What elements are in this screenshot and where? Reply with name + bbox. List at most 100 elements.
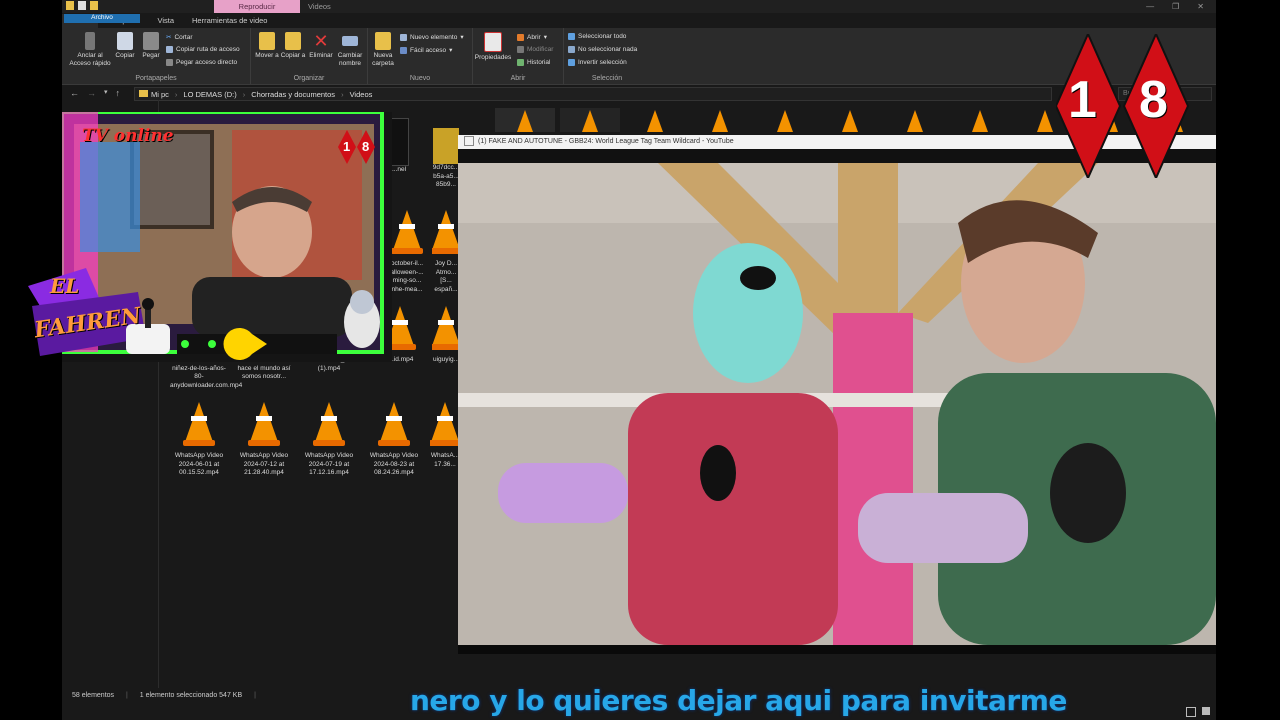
edit-button[interactable]: Modificar (517, 46, 553, 53)
group-portapapeles: Anclar al Acceso rápido Copiar Pegar ✂ Co… (62, 28, 251, 84)
ribbon: Anclar al Acceso rápido Copiar Pegar ✂ Co… (62, 28, 1216, 85)
video-thumbnail[interactable] (885, 108, 945, 132)
vlc-cone-icon (313, 402, 345, 446)
address-bar: ← → ▾ ↑ Mi pc › LO DEMAS (D:) › Chorradas … (62, 86, 1216, 101)
rename-icon (342, 36, 358, 46)
logo-text-el: EL (50, 274, 80, 298)
pin-button[interactable]: Anclar al Acceso rápido (68, 32, 112, 68)
copy-button[interactable]: Copiar (112, 32, 138, 60)
select-none-button[interactable]: No seleccionar nada (568, 46, 637, 53)
vlc-cone-icon (183, 402, 215, 446)
breadcrumb-item[interactable]: Chorradas y documentos (251, 90, 335, 99)
details-view-icon[interactable] (1186, 707, 1196, 717)
copy-icon (117, 32, 133, 50)
tab-herramientas-video[interactable]: Herramientas de video (183, 14, 276, 28)
delete-icon: ✕ (313, 31, 329, 51)
select-all-button[interactable]: Seleccionar todo (568, 33, 626, 40)
chevron-down-icon: ▾ (449, 47, 453, 54)
group-organizar: Mover a Copiar a ✕ Eliminar Cambiar nomb… (251, 28, 368, 84)
video-thumbnail (389, 118, 409, 166)
delete-button[interactable]: ✕ Eliminar (307, 32, 335, 60)
large-icons-view-icon[interactable] (1202, 707, 1210, 715)
group-label: Portapapeles (135, 75, 177, 82)
move-to-button[interactable]: Mover a (253, 32, 281, 60)
age-badge-small: 1 8 (338, 130, 376, 167)
breadcrumb-item[interactable]: Mi pc (151, 90, 169, 99)
minimize-icon[interactable]: — (1146, 0, 1154, 13)
file-item[interactable]: Joy D... Atmo... [S... españ... (432, 210, 460, 294)
breadcrumb[interactable]: Mi pc › LO DEMAS (D:) › Chorradas y docume… (134, 87, 1052, 101)
maximize-icon[interactable]: ❐ (1172, 0, 1179, 13)
video-thumbnail[interactable] (690, 108, 750, 132)
video-thumbnail[interactable] (755, 108, 815, 132)
vlc-cone-icon (248, 402, 280, 446)
item-count: 58 elementos (72, 692, 115, 699)
file-item[interactable]: WhatsApp Video 2024-08-23 at 08.24.26.mp… (365, 402, 423, 478)
chevron-down-icon: ▾ (543, 34, 547, 41)
cut-button[interactable]: ✂ Cortar (166, 33, 193, 42)
easy-access-button[interactable]: Fácil acceso ▾ (400, 46, 452, 54)
tab-vista[interactable]: Vista (148, 14, 183, 28)
group-label: Nuevo (409, 75, 431, 82)
up-arrow-icon[interactable]: ↑ (116, 86, 121, 100)
rename-button[interactable]: Cambiar nombre (335, 32, 365, 68)
recent-chevron-icon[interactable]: ▾ (104, 86, 108, 100)
file-item[interactable]: uiguyig... (432, 306, 460, 365)
select-all-icon (568, 33, 575, 40)
video-thumbnail[interactable] (950, 108, 1010, 132)
open-button[interactable]: Abrir ▾ (517, 33, 547, 41)
properties-icon[interactable] (78, 1, 86, 10)
video-thumbnail[interactable] (495, 108, 555, 132)
properties-button[interactable]: Propiedades (473, 32, 513, 62)
vlc-cone-icon (430, 402, 460, 446)
easy-access-icon (400, 46, 407, 54)
open-icon (517, 33, 524, 41)
video-title: (1) FAKE AND AUTOTUNE - GBB24: World Lea… (478, 138, 734, 145)
window-icon (464, 136, 474, 147)
video-thumbnail[interactable] (625, 108, 685, 132)
back-arrow-icon[interactable]: ← (70, 86, 79, 100)
group-nuevo: Nueva carpeta Nuevo elemento ▾ Fácil acce… (368, 28, 473, 84)
forward-arrow-icon[interactable]: → (87, 86, 96, 100)
paste-shortcut-button[interactable]: Pegar acceso directo (166, 59, 237, 66)
scissors-icon: ✂ (166, 34, 172, 41)
video-thumbnail (433, 128, 459, 164)
history-button[interactable]: Historial (517, 59, 550, 66)
edit-icon (517, 46, 524, 53)
new-item-button[interactable]: Nuevo elemento ▾ (400, 33, 464, 41)
video-frame[interactable] (458, 163, 1216, 645)
breadcrumb-item[interactable]: Videos (350, 90, 373, 99)
group-label: Organizar (293, 75, 325, 82)
title-bar: Reproducir Videos — ❐ ✕ (62, 0, 1216, 13)
select-none-icon (568, 46, 575, 53)
new-item-icon (400, 33, 407, 41)
new-folder-icon (375, 32, 391, 50)
tab-archivo[interactable]: Archivo (64, 14, 140, 23)
file-item[interactable]: WhatsApp Video 2024-07-19 at 17.12.16.mp… (300, 402, 358, 478)
view-toggles (1186, 707, 1210, 717)
copy-to-button[interactable]: Copiar a (279, 32, 307, 60)
close-icon[interactable]: ✕ (1197, 0, 1204, 13)
vlc-cone-icon (432, 306, 460, 350)
copy-path-button[interactable]: Copiar ruta de acceso (166, 46, 240, 53)
file-item[interactable]: WhatsApp Video 2024-07-12 at 21.28.40.mp… (235, 402, 293, 478)
file-item[interactable]: WhatsA... 17.36... (430, 402, 460, 469)
invert-selection-button[interactable]: Invertir selección (568, 59, 627, 66)
paste-button[interactable]: Pegar (138, 32, 164, 60)
file-item[interactable]: october-il... alloween-... ming-so... nh… (388, 210, 426, 294)
window-title: Videos (308, 2, 331, 11)
video-thumbnail[interactable] (560, 108, 620, 132)
channel-title: TV online (82, 126, 174, 146)
video-player-window[interactable]: (1) FAKE AND AUTOTUNE - GBB24: World Lea… (458, 135, 1216, 645)
new-folder-button[interactable]: Nueva carpeta (368, 32, 398, 68)
el-fahren-logo: EL FAHREN (28, 268, 178, 368)
contextual-tab-reproducir[interactable]: Reproducir (214, 0, 300, 13)
selection-info: 1 elemento seleccionado 547 KB (139, 692, 243, 699)
folder-icon[interactable] (66, 1, 74, 10)
group-label: Abrir (510, 75, 526, 82)
video-thumbnail[interactable] (820, 108, 880, 132)
new-folder-icon[interactable] (90, 1, 98, 10)
breadcrumb-item[interactable]: LO DEMAS (D:) (183, 90, 236, 99)
group-abrir: Propiedades Abrir ▾ Modificar Historial A… (473, 28, 564, 84)
file-item[interactable]: WhatsApp Video 2024-06-01 at 00.15.52.mp… (170, 402, 228, 478)
